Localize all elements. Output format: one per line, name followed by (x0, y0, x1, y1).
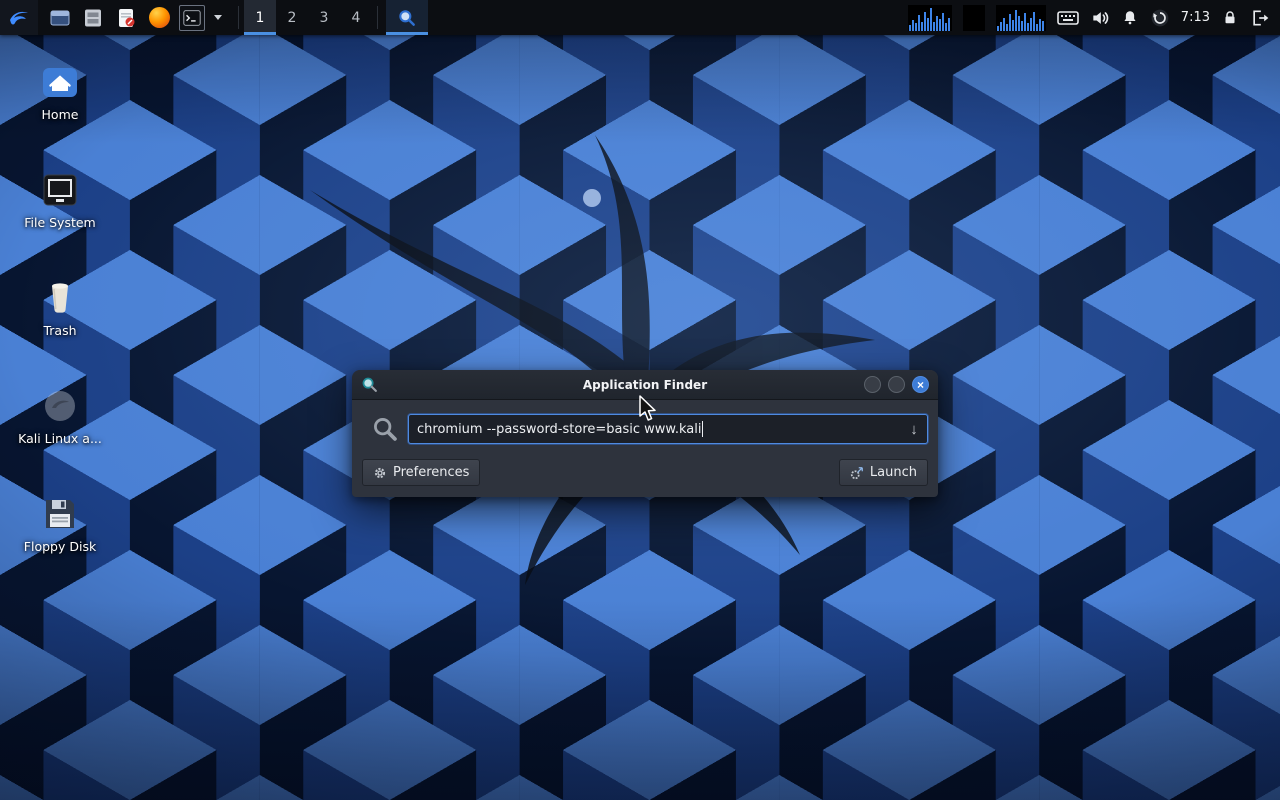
desktop-icon-file-system[interactable]: File System (10, 158, 110, 230)
desktop-icon-kali-linux[interactable]: Kali Linux a... (10, 374, 110, 446)
launcher-bar (38, 0, 233, 35)
logout-button[interactable] (1250, 8, 1270, 28)
home-icon (40, 50, 80, 100)
keyboard-icon (1057, 10, 1079, 26)
volume-button[interactable] (1090, 8, 1110, 28)
window-icon (49, 7, 71, 29)
preferences-label: Preferences (393, 465, 469, 480)
launcher-settings-window[interactable] (47, 5, 73, 31)
panel-left: 1 2 3 4 (0, 0, 428, 35)
launcher-terminal[interactable] (179, 5, 205, 31)
desktop-icon-label: Home (42, 107, 79, 122)
lock-icon (1221, 8, 1239, 28)
logout-icon (1250, 8, 1270, 28)
desktop-icon-floppy-disk[interactable]: Floppy Disk (10, 482, 110, 554)
kali-linux-icon (42, 374, 78, 424)
panel-separator (377, 6, 378, 29)
desktop: 1 2 3 4 (0, 0, 1280, 800)
clock[interactable]: 7:13 (1181, 10, 1210, 25)
search-row: chromium --password-store=basic www.kali… (362, 414, 928, 444)
desktop-icon-label: Trash (43, 323, 76, 338)
notifications-button[interactable] (1121, 8, 1139, 28)
top-panel: 1 2 3 4 (0, 0, 1280, 35)
minimize-button[interactable] (864, 376, 881, 393)
maximize-button[interactable] (888, 376, 905, 393)
updates-button[interactable] (1150, 8, 1170, 28)
network-graph-widget[interactable] (996, 5, 1046, 31)
application-finder-icon (361, 376, 378, 393)
window-controls: × (864, 376, 929, 393)
bell-icon (1121, 8, 1139, 28)
terminal-icon (182, 8, 202, 28)
file-system-icon (41, 158, 79, 208)
file-cabinet-icon (82, 7, 104, 29)
floppy-disk-icon (41, 482, 79, 532)
sync-circle-icon (1150, 8, 1170, 28)
launch-button[interactable]: Launch (839, 459, 928, 486)
preferences-button[interactable]: Preferences (362, 459, 480, 486)
launcher-file-manager[interactable] (80, 5, 106, 31)
desktop-icon-label: Kali Linux a... (18, 431, 102, 446)
network-graph-icon (996, 5, 1046, 31)
history-dropdown-button[interactable]: ↓ (904, 418, 924, 440)
launcher-terminal-dropdown[interactable] (212, 15, 224, 20)
window-body: chromium --password-store=basic www.kali… (352, 400, 938, 497)
kali-logo-icon (7, 6, 31, 30)
titlebar[interactable]: Application Finder × (352, 370, 938, 400)
panel-separator (238, 6, 239, 29)
magnifier-icon (397, 8, 417, 28)
trash-icon (42, 266, 78, 316)
firefox-icon (149, 7, 170, 28)
desktop-icon-label: Floppy Disk (24, 539, 96, 554)
chevron-down-icon (214, 15, 222, 20)
workspace-switcher: 1 2 3 4 (244, 0, 372, 35)
close-icon: × (917, 379, 924, 391)
search-input[interactable]: chromium --password-store=basic www.kali… (408, 414, 928, 444)
keyboard-layout-button[interactable] (1057, 10, 1079, 26)
taskbar-application-finder[interactable] (386, 0, 428, 35)
text-caret (702, 421, 703, 437)
kali-dragon-silhouette (230, 80, 930, 600)
cpu-graph-icon (908, 5, 952, 31)
system-tray: 7:13 (908, 0, 1280, 35)
launcher-firefox[interactable] (146, 5, 172, 31)
workspace-4[interactable]: 4 (340, 0, 372, 35)
launch-icon (850, 466, 864, 480)
desktop-icon-trash[interactable]: Trash (10, 266, 110, 338)
application-finder-window: Application Finder × chromium --passwo (352, 370, 938, 497)
gear-icon (373, 466, 387, 480)
close-button[interactable]: × (912, 376, 929, 393)
desktop-icon-home[interactable]: Home (10, 50, 110, 122)
launcher-text-editor[interactable] (113, 5, 139, 31)
lock-screen-button[interactable] (1221, 8, 1239, 28)
desktop-icon-column: Home File System Trash (10, 50, 110, 554)
document-icon (115, 7, 137, 29)
speaker-icon (1090, 8, 1110, 28)
applications-menu-button[interactable] (0, 0, 38, 35)
graph-widget-idle[interactable] (963, 5, 985, 31)
workspace-1[interactable]: 1 (244, 0, 276, 35)
action-buttons-row: Preferences Launch (362, 459, 928, 486)
search-icon (362, 415, 408, 443)
desktop-icon-label: File System (24, 215, 96, 230)
window-title: Application Finder (352, 378, 938, 392)
cpu-graph-widget[interactable] (908, 5, 952, 31)
launch-label: Launch (870, 465, 917, 480)
search-input-value: chromium --password-store=basic www.kali (417, 422, 701, 437)
workspace-3[interactable]: 3 (308, 0, 340, 35)
workspace-2[interactable]: 2 (276, 0, 308, 35)
